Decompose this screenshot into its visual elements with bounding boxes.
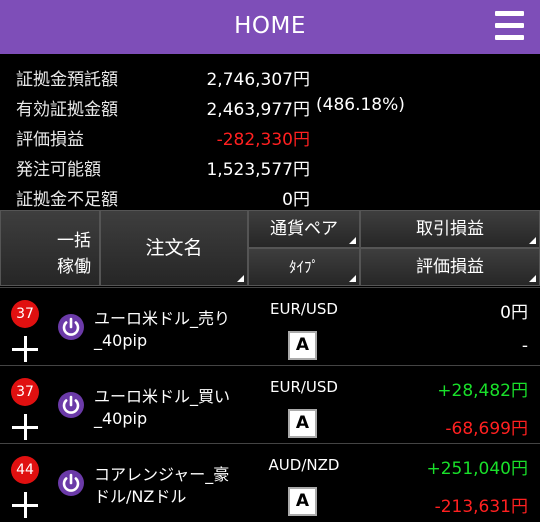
summary-value: -282,330円 <box>216 130 310 150</box>
table-row[interactable]: 37 ユーロ米ドル_買い_40pip EUR/USD A +28,482円 -6… <box>0 365 540 443</box>
sort-eval-pl[interactable]: 評価損益 <box>360 248 540 286</box>
type-badge: A <box>288 487 317 516</box>
plus-icon[interactable] <box>12 336 38 362</box>
sort-triangle-icon <box>237 275 244 282</box>
summary-label: 有効証拠金額 <box>16 100 118 120</box>
position-count-badge: 37 <box>11 300 39 328</box>
summary-value: 0円 <box>282 190 310 210</box>
sort-triangle-icon <box>529 275 536 282</box>
power-icon[interactable] <box>57 313 85 341</box>
trade-pl-value: 0円 <box>500 303 528 323</box>
table-row[interactable]: 37 ユーロ米ドル_売り_40pip EUR/USD A 0円 - <box>0 287 540 365</box>
table-header: 一括 稼働 注文名 通貨ペア ﾀｲﾌﾟ 取引損益 評価損益 <box>0 210 540 286</box>
table-row[interactable]: 44 コアレンジャー_豪ドル/NZドル AUD/NZD A +251,040円 … <box>0 443 540 521</box>
summary-row-deposit: 証拠金預託額 2,746,307円 <box>0 60 540 90</box>
order-name-label: 注文名 <box>145 237 203 259</box>
app-header: HOME <box>0 0 540 54</box>
summary-row-margin-shortfall: 証拠金不足額 0円 <box>0 180 540 210</box>
eval-pl-value: - <box>521 336 528 356</box>
bulk-label-line2: 稼働 <box>57 257 91 277</box>
sort-type[interactable]: ﾀｲﾌﾟ <box>248 248 360 286</box>
eval-pl-value: -68,699円 <box>445 419 528 439</box>
trade-pl-label: 取引損益 <box>416 219 484 239</box>
bulk-toggle-header[interactable]: 一括 稼働 <box>0 210 100 286</box>
summary-row-valuation-pl: 評価損益 -282,330円 <box>0 120 540 150</box>
sort-triangle-icon <box>349 237 356 244</box>
currency-pair: EUR/USD <box>270 378 338 396</box>
summary-value: 2,746,307円 <box>206 70 310 90</box>
summary-label: 証拠金不足額 <box>16 190 118 210</box>
eval-pl-label: 評価損益 <box>416 257 484 277</box>
trade-pl-value: +251,040円 <box>426 459 528 479</box>
type-label: ﾀｲﾌﾟ <box>288 258 319 276</box>
power-icon[interactable] <box>57 391 85 419</box>
summary-label: 評価損益 <box>16 130 84 150</box>
sort-trade-pl[interactable]: 取引損益 <box>360 210 540 248</box>
sort-order-name[interactable]: 注文名 <box>100 210 248 286</box>
position-count-badge: 37 <box>11 378 39 406</box>
summary-row-orderable: 発注可能額 1,523,577円 <box>0 150 540 180</box>
position-count-badge: 44 <box>11 456 39 484</box>
plus-icon[interactable] <box>12 492 38 518</box>
bulk-label-line1: 一括 <box>57 231 91 251</box>
power-icon[interactable] <box>57 469 85 497</box>
currency-pair-label: 通貨ペア <box>270 219 338 239</box>
currency-pair: AUD/NZD <box>268 456 340 474</box>
order-name[interactable]: ユーロ米ドル_買い_40pip <box>94 386 244 430</box>
sort-currency-pair[interactable]: 通貨ペア <box>248 210 360 248</box>
page-title: HOME <box>234 13 306 39</box>
order-name[interactable]: コアレンジャー_豪ドル/NZドル <box>94 464 244 508</box>
summary-label: 発注可能額 <box>16 160 101 180</box>
plus-icon[interactable] <box>12 414 38 440</box>
account-summary: 証拠金預託額 2,746,307円 有効証拠金額 2,463,977円 (486… <box>0 54 540 210</box>
summary-row-effective-margin: 有効証拠金額 2,463,977円 (486.18%) <box>0 90 540 120</box>
summary-label: 証拠金預託額 <box>16 70 118 90</box>
summary-value: 2,463,977円 <box>206 100 310 120</box>
summary-value: 1,523,577円 <box>206 160 310 180</box>
trade-pl-value: +28,482円 <box>437 381 528 401</box>
margin-ratio: (486.18%) <box>316 95 405 115</box>
order-name[interactable]: ユーロ米ドル_売り_40pip <box>94 308 244 352</box>
type-badge: A <box>288 409 317 438</box>
sort-triangle-icon <box>529 237 536 244</box>
type-badge: A <box>288 331 317 360</box>
hamburger-menu-icon[interactable] <box>494 9 526 41</box>
eval-pl-value: -213,631円 <box>434 497 528 517</box>
sort-triangle-icon <box>349 275 356 282</box>
currency-pair: EUR/USD <box>270 300 338 318</box>
